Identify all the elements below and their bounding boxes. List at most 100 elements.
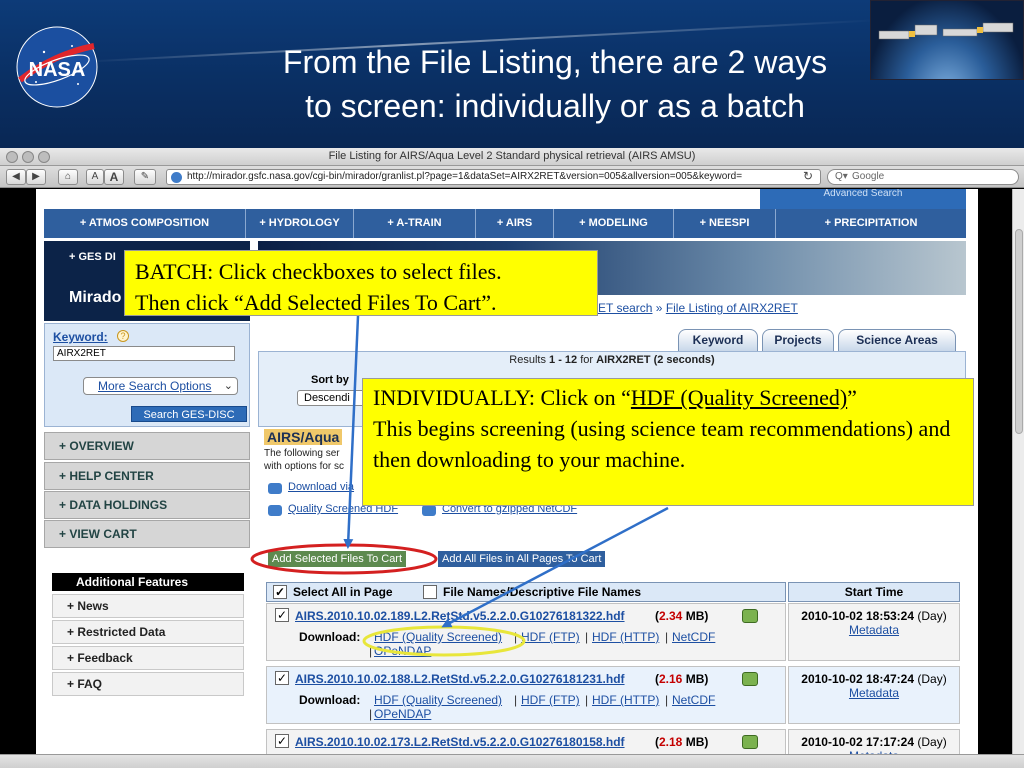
feature-item-restricted-data[interactable]: + Restricted Data [52,620,244,644]
nav-item-airs[interactable]: + AIRS [476,209,554,238]
search-ges-disc-button[interactable]: Search GES-DISC [131,406,247,422]
file-size: (2.18 MB) [655,735,709,749]
file-info-icon[interactable] [742,609,758,623]
link-separator: | [514,693,518,707]
opendap-link[interactable]: OPeNDAP [374,707,431,721]
start-time-value: 2010-10-02 17:17:24 (Day) [789,735,959,749]
nasa-logo: NASA [16,26,98,108]
feature-item-faq[interactable]: + FAQ [52,672,244,696]
globe-icon [171,172,182,183]
add-all-files-button[interactable]: Add All Files in All Pages To Cart [438,551,606,567]
start-time-cell: 2010-10-02 17:17:24 (Day)Metadata [788,729,960,754]
table-row: ✓ AIRS.2010.10.02.189.L2.RetStd.v5.2.2.0.… [266,603,786,661]
download-via-link[interactable]: Download via [288,481,354,493]
keyword-label[interactable]: Keyword: [53,330,108,344]
tab-projects[interactable]: Projects [762,329,834,351]
individual-callout-suffix: ” [847,385,857,410]
breadcrumb-current[interactable]: File Listing of AIRX2RET [666,301,798,315]
nav-item-atmos-composition[interactable]: + ATMOS COMPOSITION [44,209,246,238]
metadata-link[interactable]: Metadata [789,623,959,637]
file-names-toggle-checkbox[interactable] [423,585,437,599]
day-night-flag: (Day) [917,735,947,749]
hdf-quality-screened-link[interactable]: HDF (Quality Screened) [374,693,502,707]
help-icon[interactable]: ? [117,330,129,342]
hdf-http-link[interactable]: HDF (HTTP) [592,693,659,707]
tab-keyword[interactable]: Keyword [678,329,758,351]
sidebar-section-overview[interactable]: + OVERVIEW [44,432,250,460]
back-button[interactable]: ◀ [6,169,26,185]
feature-item-news[interactable]: + News [52,594,244,618]
advanced-search-link[interactable]: Advanced Search [760,189,966,209]
nav-item-modeling[interactable]: + MODELING [554,209,674,238]
font-smaller-button[interactable]: A [86,169,104,185]
feature-item-feedback[interactable]: + Feedback [52,646,244,670]
select-all-checkbox[interactable]: ✓ [273,585,287,599]
keyword-input[interactable] [53,346,235,361]
individual-callout: INDIVIDUALLY: Click on “HDF (Quality Scr… [362,378,974,506]
sidebar-section-help-center[interactable]: + HELP CENTER [44,462,250,490]
breadcrumb-search-link[interactable]: ET search [598,301,652,315]
tab-science-areas[interactable]: Science Areas [838,329,956,351]
bookmark-button[interactable]: ✎ [134,169,156,185]
file-select-checkbox[interactable]: ✓ [275,671,289,685]
hdf-ftp-link[interactable]: HDF (FTP) [521,630,580,644]
table-row: ✓ AIRS.2010.10.02.188.L2.RetStd.v5.2.2.0.… [266,666,786,724]
sort-label: Sort by [311,374,349,386]
reload-button[interactable]: ↻ [798,169,818,185]
file-size-value: 2.34 [659,609,683,623]
file-info-icon[interactable] [742,672,758,686]
file-name-link[interactable]: AIRS.2010.10.02.173.L2.RetStd.v5.2.2.0.G… [295,735,625,749]
results-summary: Results 1 - 12 for AIRX2RET (2 seconds) [259,354,965,366]
link-separator: | [585,630,589,644]
add-selected-files-button[interactable]: Add Selected Files To Cart [268,551,407,567]
sort-select[interactable]: Descendi [297,390,365,406]
individual-callout-body: This begins screening (using science tea… [373,416,951,472]
hdf-ftp-link[interactable]: HDF (FTP) [521,693,580,707]
file-name-link[interactable]: AIRS.2010.10.02.188.L2.RetStd.v5.2.2.0.G… [295,672,625,686]
file-size: (2.34 MB) [655,609,709,623]
opendap-link[interactable]: OPeNDAP [374,644,431,658]
nav-item-precipitation[interactable]: + PRECIPITATION [776,209,966,238]
url-text: http://mirador.gsfc.nasa.gov/cgi-bin/mir… [187,171,743,182]
sidebar-section-view-cart[interactable]: + VIEW CART [44,520,250,548]
file-select-checkbox[interactable]: ✓ [275,608,289,622]
chevron-down-icon: ⌄ [223,380,233,392]
metadata-link[interactable]: Metadata [789,686,959,700]
back-arrow-icon: ◀ [12,171,20,182]
file-select-checkbox[interactable]: ✓ [275,734,289,748]
forward-arrow-icon: ▶ [32,171,40,182]
hdf-quality-screened-link[interactable]: HDF (Quality Screened) [374,630,502,644]
files-table-header: ✓ Select All in Page File Names/Descript… [266,582,786,602]
slide-title-line-1: From the File Listing, there are 2 ways [282,44,828,80]
home-button[interactable]: ⌂ [58,169,78,185]
search-input[interactable]: Q▾ Google [827,169,1019,185]
slide-title-line-2: to screen: individually or as a batch [305,88,805,124]
more-search-options-button[interactable]: More Search Options ⌄ [83,377,238,395]
sidebar-section-data-holdings[interactable]: + DATA HOLDINGS [44,491,250,519]
batch-callout-line-2: Then click “Add Selected Files To Cart”. [135,290,497,315]
font-larger-button[interactable]: A [104,169,124,185]
netcdf-link[interactable]: NetCDF [672,630,715,644]
hdf-http-link[interactable]: HDF (HTTP) [592,630,659,644]
scroll-thumb[interactable] [1015,229,1023,434]
start-time-value: 2010-10-02 18:47:24 (Day) [789,672,959,686]
reload-icon: ↻ [802,169,814,183]
url-bar[interactable]: http://mirador.gsfc.nasa.gov/cgi-bin/mir… [166,169,821,185]
nav-item-a-train[interactable]: + A-TRAIN [354,209,476,238]
breadcrumb-trail: ET search » File Listing of AIRX2RET [598,301,798,315]
ges-disc-link[interactable]: + GES DI [69,251,116,263]
day-night-flag: (Day) [917,609,947,623]
netcdf-link[interactable]: NetCDF [672,693,715,707]
page-scrollbar[interactable] [1012,189,1024,754]
file-info-icon[interactable] [742,735,758,749]
file-size-value: 2.16 [659,672,683,686]
slide-title: From the File Listing, there are 2 ways … [190,40,920,128]
forward-button[interactable]: ▶ [26,169,46,185]
file-name-link[interactable]: AIRS.2010.10.02.189.L2.RetStd.v5.2.2.0.G… [295,609,625,623]
home-icon: ⌂ [64,171,72,182]
nav-item-neespi[interactable]: + NEESPI [674,209,776,238]
start-time-text: 2010-10-02 18:47:24 [801,672,915,686]
start-time-cell: 2010-10-02 18:53:24 (Day) Metadata [788,603,960,661]
nav-item-hydrology[interactable]: + HYDROLOGY [246,209,354,238]
file-size-value: 2.18 [659,735,683,749]
